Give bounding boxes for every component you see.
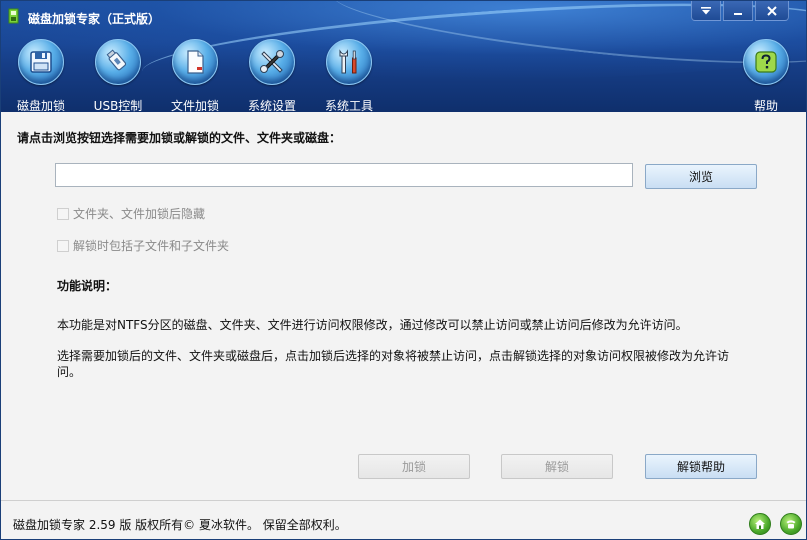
header-banner: 磁盘加锁专家（正式版） 磁盘加锁 USB控制 文件加锁 系统设置 系统工具 帮助 xyxy=(1,1,806,112)
minimize-button[interactable] xyxy=(723,1,753,21)
toolbar-label: 文件加锁 xyxy=(170,99,219,112)
description-paragraph: 选择需要加锁后的文件、文件夹或磁盘后，点击加锁后选择的对象将被禁止访问，点击解锁… xyxy=(57,349,730,379)
browse-button[interactable]: 浏览 xyxy=(645,164,757,189)
toolbar-system-tools[interactable]: 系统工具 xyxy=(314,39,384,112)
document-icon xyxy=(187,50,204,74)
contact-button[interactable] xyxy=(780,513,802,535)
tools-icon xyxy=(260,50,284,73)
toolbar-label: 帮助 xyxy=(753,99,778,112)
minimize-icon xyxy=(734,12,742,15)
wrench-icon xyxy=(339,49,357,74)
path-input[interactable] xyxy=(55,163,633,187)
toolbar-label: 系统设置 xyxy=(247,99,296,112)
usb-drive-icon xyxy=(106,49,127,71)
unlock-help-button[interactable]: 解锁帮助 xyxy=(645,454,757,479)
menu-dropdown-button[interactable] xyxy=(691,1,721,21)
phone-icon xyxy=(786,520,796,529)
toolbar-label: USB控制 xyxy=(93,99,143,112)
home-button[interactable] xyxy=(749,513,771,535)
toolbar-disk-lock[interactable]: 磁盘加锁 xyxy=(6,39,76,112)
lock-button[interactable]: 加锁 xyxy=(358,454,470,479)
checkbox-label: 文件夹、文件加锁后隐藏 xyxy=(73,207,206,221)
checkbox-box[interactable] xyxy=(57,207,69,220)
app-window: 磁盘加锁专家（正式版） 磁盘加锁 USB控制 文件加锁 系统设置 系统工具 帮助… xyxy=(0,0,807,540)
checkbox-label: 解锁时包括子文件和子文件夹 xyxy=(73,239,230,253)
status-bar: 磁盘加锁专家 2.59 版 版权所有© 夏冰软件。 保留全部权利。 xyxy=(1,500,806,539)
hide-after-lock-checkbox[interactable]: 文件夹、文件加锁后隐藏 xyxy=(57,205,205,222)
home-icon xyxy=(755,519,765,529)
question-mark-icon xyxy=(755,51,777,73)
include-subfolders-checkbox[interactable]: 解锁时包括子文件和子文件夹 xyxy=(57,237,229,254)
toolbar-help[interactable]: 帮助 xyxy=(731,39,801,112)
toolbar-file-lock[interactable]: 文件加锁 xyxy=(160,39,230,112)
checkbox-box[interactable] xyxy=(57,239,69,252)
toolbar-usb-control[interactable]: USB控制 xyxy=(83,39,153,112)
function-description-title: 功能说明： xyxy=(57,279,118,293)
window-title: 磁盘加锁专家（正式版） xyxy=(28,12,161,26)
instruction-text: 请点击浏览按钮选择需要加锁或解锁的文件、文件夹或磁盘： xyxy=(17,131,342,145)
main-panel: 请点击浏览按钮选择需要加锁或解锁的文件、文件夹或磁盘： 浏览 文件夹、文件加锁后… xyxy=(1,112,806,500)
dropdown-menu-icon xyxy=(701,6,711,14)
toolbar-label: 磁盘加锁 xyxy=(16,99,65,112)
toolbar-label: 系统工具 xyxy=(324,99,373,112)
description-paragraph: 本功能是对NTFS分区的磁盘、文件夹、文件进行访问权限修改，通过修改可以禁止访问… xyxy=(57,318,688,332)
toolbar-system-settings[interactable]: 系统设置 xyxy=(237,39,307,112)
app-logo-icon xyxy=(8,8,19,24)
copyright-text: 磁盘加锁专家 2.59 版 版权所有© 夏冰软件。 保留全部权利。 xyxy=(13,518,347,532)
unlock-button[interactable]: 解锁 xyxy=(501,454,613,479)
floppy-disk-icon xyxy=(30,51,52,73)
close-icon xyxy=(767,5,777,16)
close-button[interactable] xyxy=(755,1,789,21)
